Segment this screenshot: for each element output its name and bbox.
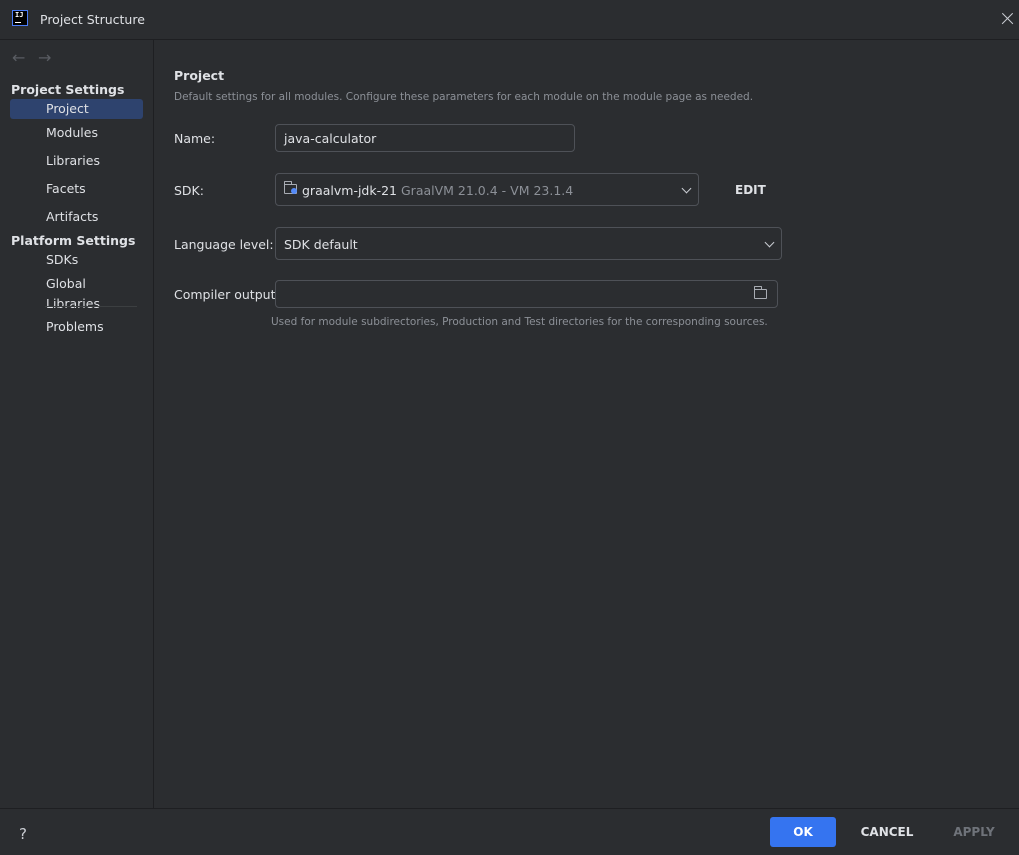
sdk-detail: GraalVM 21.0.4 - VM 23.1.4 [401,183,574,198]
sidebar-item-problems[interactable]: Problems [10,317,143,337]
sidebar-item-global-libraries[interactable]: Global Libraries [10,274,143,311]
language-level-label: Language level: [174,237,274,252]
sidebar-item-modules[interactable]: Modules [10,123,143,143]
name-label: Name: [174,131,216,146]
sidebar-item-facets[interactable]: Facets [10,179,143,199]
section-description: Default settings for all modules. Config… [174,91,754,103]
forward-arrow-icon[interactable]: → [38,48,51,67]
apply-button[interactable]: APPLY [944,817,1004,847]
platform-settings-heading: Platform Settings [11,233,136,248]
dialog-footer: ? OK CANCEL APPLY [0,808,1019,855]
title-bar: IJ Project Structure [0,0,1019,40]
intellij-idea-icon: IJ [12,10,28,26]
sdk-dropdown[interactable]: graalvm-jdk-21 GraalVM 21.0.4 - VM 23.1.… [275,173,699,206]
project-settings-heading: Project Settings [11,82,125,97]
chevron-down-icon [764,237,775,248]
sdk-label: SDK: [174,183,204,198]
section-title: Project [174,68,225,83]
back-arrow-icon[interactable]: ← [12,48,25,67]
sidebar-item-project[interactable]: Project [10,99,143,119]
sdk-folder-icon [284,181,297,194]
sdk-edit-button[interactable]: EDIT [735,183,766,197]
compiler-output-field[interactable] [275,280,778,308]
sidebar-item-artifacts[interactable]: Artifacts [10,207,143,227]
project-settings-panel: Project Default settings for all modules… [154,40,1019,808]
name-field[interactable]: java-calculator [275,124,575,152]
folder-browse-icon[interactable] [754,286,767,299]
cancel-button[interactable]: CANCEL [855,817,919,847]
ok-button[interactable]: OK [770,817,836,847]
window-title: Project Structure [40,12,145,27]
sdk-name: graalvm-jdk-21 [302,183,398,198]
compiler-output-label: Compiler output: [174,287,280,302]
sidebar-divider [45,306,137,307]
chevron-down-icon [681,183,692,194]
close-icon[interactable] [999,10,1017,28]
name-field-value: java-calculator [284,131,377,146]
help-icon[interactable]: ? [19,825,27,843]
sidebar-item-libraries[interactable]: Libraries [10,151,143,171]
sidebar: ← → Project Settings Project Modules Lib… [0,40,154,808]
compiler-output-hint: Used for module subdirectories, Producti… [271,316,768,328]
language-level-dropdown[interactable]: SDK default [275,227,782,260]
sidebar-item-sdks[interactable]: SDKs [10,250,143,270]
language-level-value: SDK default [284,237,358,252]
